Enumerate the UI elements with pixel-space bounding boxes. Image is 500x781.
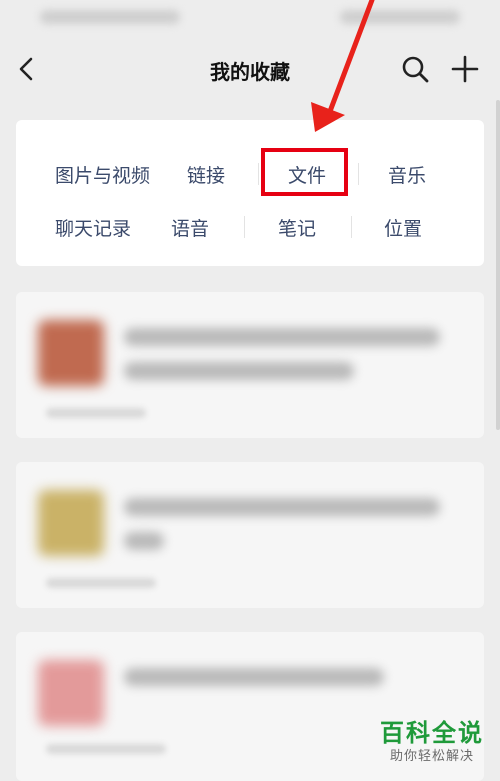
- watermark-subtitle: 助你轻松解决: [389, 749, 474, 764]
- watermark-title: 百科全说: [380, 719, 484, 747]
- watermark-logo: 百科全说 助你轻松解决: [376, 718, 488, 766]
- annotation-arrow-icon: [311, 0, 375, 132]
